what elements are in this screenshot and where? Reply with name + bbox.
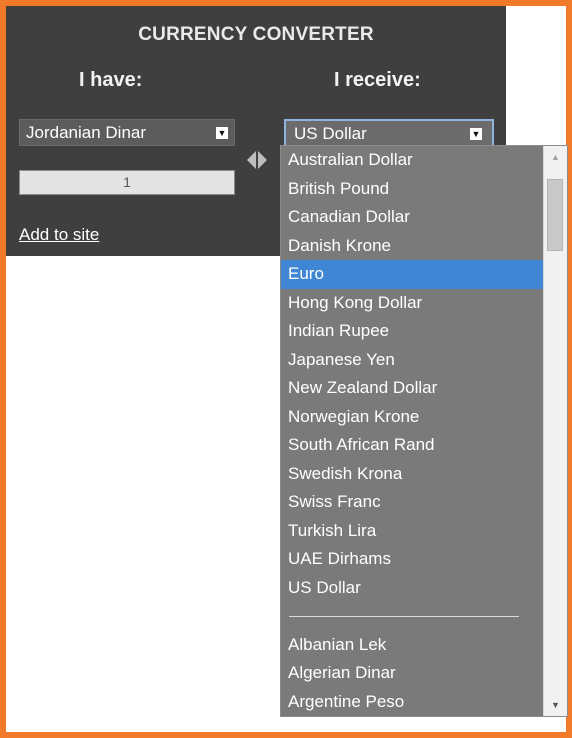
dropdown-option[interactable]: Hong Kong Dollar	[281, 289, 543, 318]
dropdown-option[interactable]: Danish Krone	[281, 232, 543, 261]
dropdown-option[interactable]: US Dollar	[281, 574, 543, 603]
dropdown-scrollbar[interactable]: ▲ ▼	[543, 146, 567, 716]
dropdown-option[interactable]: Turkish Lira	[281, 517, 543, 546]
dropdown-option[interactable]: Norwegian Krone	[281, 403, 543, 432]
dropdown-option[interactable]: British Pound	[281, 175, 543, 204]
add-to-site-link[interactable]: Add to site	[19, 225, 99, 245]
dropdown-option[interactable]: New Zealand Dollar	[281, 374, 543, 403]
scroll-up-icon[interactable]: ▲	[544, 146, 567, 168]
chevron-down-icon: ▼	[470, 128, 482, 140]
to-currency-value: US Dollar	[294, 124, 367, 143]
dropdown-option[interactable]: South African Rand	[281, 431, 543, 460]
widget-title: CURRENCY CONVERTER	[138, 24, 374, 45]
dropdown-option[interactable]: Albanian Lek	[281, 631, 543, 660]
dropdown-option[interactable]: Swedish Krona	[281, 460, 543, 489]
chevron-down-icon: ▼	[216, 127, 228, 139]
dropdown-option[interactable]: Argentine Peso	[281, 688, 543, 717]
dropdown-option-selected[interactable]: Euro	[281, 260, 543, 289]
dropdown-option[interactable]: Algerian Dinar	[281, 659, 543, 688]
dropdown-option[interactable]: UAE Dirhams	[281, 545, 543, 574]
receive-label: I receive:	[334, 69, 421, 91]
dropdown-option[interactable]: Swiss Franc	[281, 488, 543, 517]
dropdown-separator	[281, 602, 543, 631]
amount-input[interactable]: 1	[19, 170, 235, 195]
scrollbar-thumb[interactable]	[547, 179, 563, 251]
from-currency-select[interactable]: Jordanian Dinar ▼	[19, 119, 235, 146]
currency-dropdown-list[interactable]: Australian Dollar British Pound Canadian…	[280, 145, 568, 717]
scroll-down-icon[interactable]: ▼	[544, 694, 567, 716]
swap-arrows-icon[interactable]	[245, 148, 269, 172]
dropdown-option[interactable]: Australian Dollar	[281, 146, 543, 175]
have-label: I have:	[79, 69, 143, 91]
dropdown-options: Australian Dollar British Pound Canadian…	[281, 146, 543, 716]
dropdown-option[interactable]: Japanese Yen	[281, 346, 543, 375]
dropdown-option[interactable]: Indian Rupee	[281, 317, 543, 346]
dropdown-option[interactable]: Canadian Dollar	[281, 203, 543, 232]
from-currency-value: Jordanian Dinar	[26, 123, 147, 142]
